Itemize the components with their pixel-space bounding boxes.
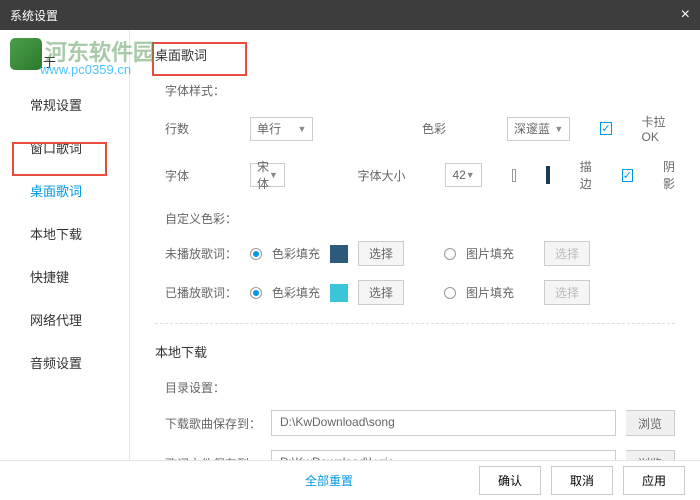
dir-setting-label: 目录设置： <box>165 379 675 396</box>
played-label: 已播放歌词： <box>165 284 240 301</box>
color-label: 色彩 <box>422 120 477 137</box>
song-path-input[interactable]: D:\KwDownload\song <box>271 410 616 436</box>
karaoke-checkbox[interactable] <box>600 122 611 135</box>
section-title-download: 本地下载 <box>155 342 675 361</box>
song-browse-button[interactable]: 浏览 <box>626 410 675 436</box>
fontsize-select[interactable]: 42 ▼ <box>445 163 481 187</box>
sidebar-item-audio[interactable]: 音频设置 <box>0 341 129 384</box>
fill-color-label: 色彩填充 <box>272 245 320 262</box>
chevron-down-icon: ▼ <box>466 170 475 180</box>
color-select[interactable]: 深邃蓝 ▼ <box>507 117 570 141</box>
reset-all-link[interactable]: 全部重置 <box>305 472 353 489</box>
outline-checkbox[interactable] <box>512 169 516 182</box>
unplayed-swatch[interactable] <box>330 245 348 263</box>
section-title-desktop-lyric: 桌面歌词 <box>155 45 675 64</box>
shadow-label: 阴影 <box>663 158 675 192</box>
unplayed-image-select-button[interactable]: 选择 <box>544 241 590 266</box>
song-path-label: 下载歌曲保存到： <box>165 415 261 432</box>
font-select[interactable]: 宋体 ▼ <box>250 163 285 187</box>
close-icon[interactable]: × <box>681 6 690 24</box>
unplayed-label: 未播放歌词： <box>165 245 240 262</box>
apply-button[interactable]: 应用 <box>623 466 685 495</box>
unplayed-colorfill-radio[interactable] <box>250 248 262 260</box>
lyric-browse-button[interactable]: 浏览 <box>626 450 675 460</box>
shadow-checkbox[interactable] <box>622 169 633 182</box>
sidebar-item-proxy[interactable]: 网络代理 <box>0 298 129 341</box>
cancel-button[interactable]: 取消 <box>551 466 613 495</box>
rows-select[interactable]: 单行 ▼ <box>250 117 313 141</box>
divider <box>155 323 675 324</box>
custom-color-label: 自定义色彩： <box>165 210 675 227</box>
played-color-select-button[interactable]: 选择 <box>358 280 404 305</box>
fontsize-label: 字体大小 <box>357 167 415 184</box>
chevron-down-icon: ▼ <box>269 170 278 180</box>
played-swatch[interactable] <box>330 284 348 302</box>
outline-label: 描边 <box>580 158 592 192</box>
sidebar-item-hotkey[interactable]: 快捷键 <box>0 255 129 298</box>
rows-label: 行数 <box>165 120 220 137</box>
dialog-footer: 全部重置 确认 取消 应用 <box>0 460 700 500</box>
played-imagefill-radio[interactable] <box>444 287 456 299</box>
font-label: 字体 <box>165 167 220 184</box>
sidebar-item-desktop-lyric[interactable]: 桌面歌词 <box>0 169 129 212</box>
sidebar-item-window-lyric[interactable]: 窗口歌词 <box>0 126 129 169</box>
outline-swatch[interactable] <box>546 166 550 184</box>
main-panel: 桌面歌词 字体样式： 行数 单行 ▼ 色彩 深邃蓝 ▼ 卡拉OK <box>130 30 700 460</box>
chevron-down-icon: ▼ <box>554 124 563 134</box>
chevron-down-icon: ▼ <box>297 124 306 134</box>
lyric-path-label: 歌词文件保存到： <box>165 455 261 461</box>
lyric-path-input[interactable]: D:\KwDownload\Lyric <box>271 450 616 460</box>
font-style-label: 字体样式： <box>165 82 675 99</box>
dialog-title: 系统设置 <box>10 7 58 24</box>
unplayed-imagefill-radio[interactable] <box>444 248 456 260</box>
sidebar: 关于 常规设置 窗口歌词 桌面歌词 本地下载 快捷键 网络代理 音频设置 <box>0 30 130 460</box>
played-colorfill-radio[interactable] <box>250 287 262 299</box>
sidebar-item-general[interactable]: 常规设置 <box>0 83 129 126</box>
fill-image-label: 图片填充 <box>466 284 514 301</box>
ok-button[interactable]: 确认 <box>479 466 541 495</box>
unplayed-color-select-button[interactable]: 选择 <box>358 241 404 266</box>
titlebar: 系统设置 × <box>0 0 700 30</box>
fill-image-label: 图片填充 <box>466 245 514 262</box>
sidebar-item-about[interactable]: 关于 <box>0 40 129 83</box>
karaoke-label: 卡拉OK <box>642 113 675 144</box>
played-image-select-button[interactable]: 选择 <box>544 280 590 305</box>
sidebar-item-local-download[interactable]: 本地下载 <box>0 212 129 255</box>
fill-color-label: 色彩填充 <box>272 284 320 301</box>
